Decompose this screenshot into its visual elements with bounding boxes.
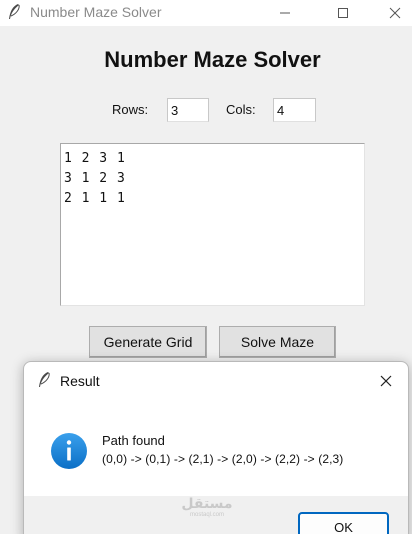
close-icon	[389, 7, 401, 19]
maximize-button[interactable]	[320, 0, 366, 26]
grid-row: 2 1 1 1	[64, 191, 126, 206]
grid-textarea[interactable]: 1 2 3 1 3 1 2 3 2 1 1 1	[60, 143, 365, 306]
minimize-button[interactable]	[262, 0, 308, 26]
grid-row: 1 2 3 1	[64, 151, 126, 166]
tk-feather-icon	[39, 372, 50, 387]
dialog-title-bar: Result	[24, 362, 408, 400]
watermark: مستقل mostaql.com	[181, 497, 233, 519]
cols-label: Cols:	[226, 102, 256, 117]
rows-input[interactable]	[167, 98, 209, 122]
minimize-icon	[280, 12, 290, 14]
dialog-close-button[interactable]	[374, 370, 398, 392]
rows-label: Rows:	[112, 102, 149, 117]
solve-maze-button[interactable]: Solve Maze	[219, 326, 336, 358]
close-icon	[380, 375, 392, 387]
watermark-latin: mostaql.com	[189, 512, 224, 518]
ok-button[interactable]: OK	[298, 512, 389, 534]
cols-input[interactable]	[273, 98, 316, 122]
tk-feather-icon	[9, 4, 20, 19]
grid-row: 3 1 2 3	[64, 171, 126, 186]
close-button[interactable]	[372, 0, 412, 26]
dialog-title: Result	[60, 373, 100, 389]
window-title: Number Maze Solver	[30, 4, 162, 20]
message-body: (0,0) -> (0,1) -> (2,1) -> (2,0) -> (2,2…	[102, 452, 344, 466]
page-title: Number Maze Solver	[104, 47, 321, 72]
message-title: Path found	[102, 433, 165, 448]
info-icon	[51, 433, 87, 469]
watermark-arabic: مستقل	[181, 496, 233, 512]
title-bar: Number Maze Solver	[0, 0, 412, 26]
maximize-icon	[338, 8, 348, 18]
generate-grid-button[interactable]: Generate Grid	[89, 326, 207, 358]
